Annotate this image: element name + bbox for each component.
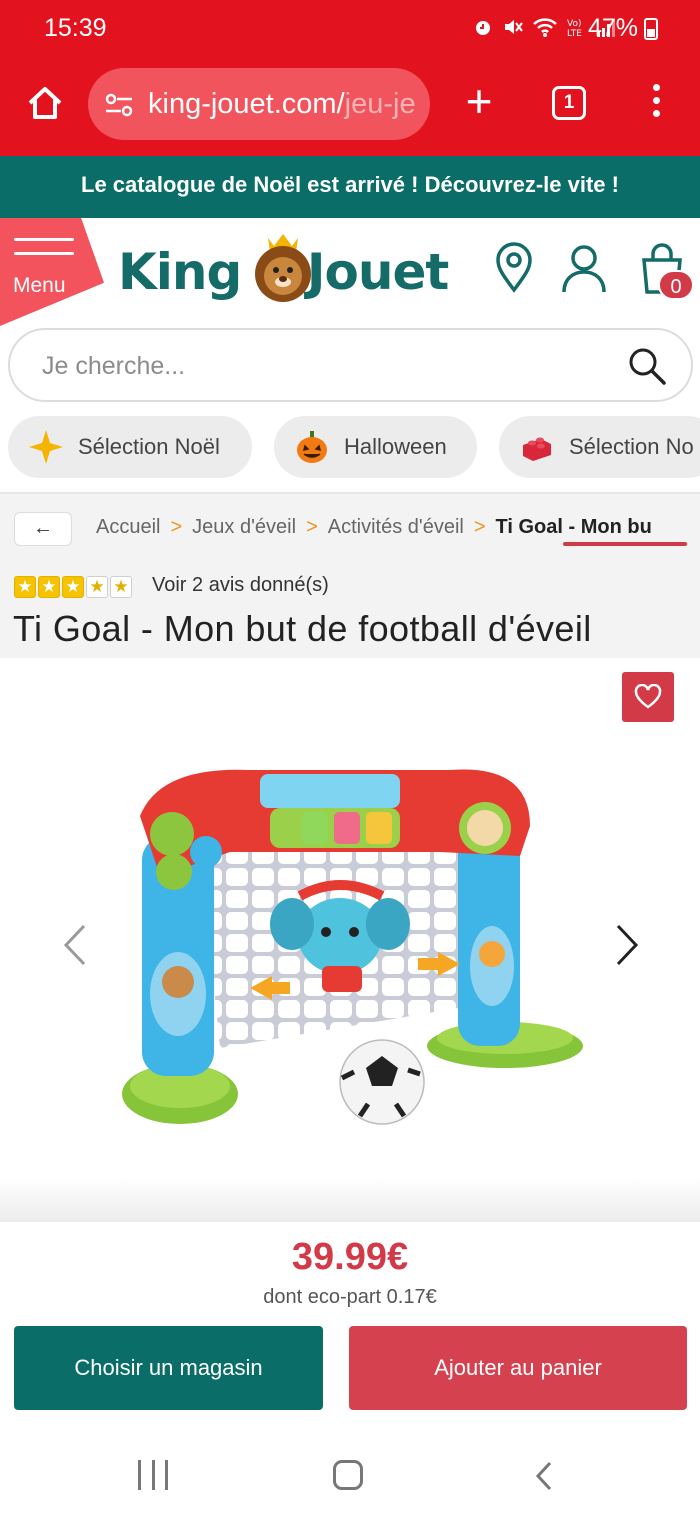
address-bar[interactable]: king-jouet.com/jeu-je [88,68,430,140]
wifi-icon [532,16,558,44]
buy-bar: 39.99€ dont eco-part 0.17€ Choisir un ma… [0,1222,700,1432]
star-empty-icon: ★ [86,576,108,598]
chevron-right-icon: > [473,516,486,538]
site-settings-icon[interactable] [104,92,134,118]
next-image-arrow[interactable] [612,920,642,970]
star-empty-icon: ★ [110,576,132,598]
menu-label: Menu [13,274,66,297]
home-button[interactable] [333,1460,363,1490]
breadcrumb-item-jeux-eveil[interactable]: Jeux d'éveil [192,516,296,539]
chip-label: Sélection No [569,434,694,459]
product-gallery [0,658,700,1222]
breadcrumb-item-current: Ti Goal - Mon bu [495,516,652,538]
star-filled-icon: ★ [14,576,36,598]
search-bar [8,328,693,402]
chip-selection-noel[interactable]: Sélection Noël [8,416,252,478]
heart-icon [634,684,662,709]
browser-toolbar: king-jouet.com/jeu-je + 1 [0,64,700,144]
breadcrumb-item-activites-eveil[interactable]: Activités d'éveil [328,516,464,539]
star-filled-icon: ★ [38,576,60,598]
system-nav-bar [0,1432,700,1517]
site-header: Menu King Jouet [0,218,700,328]
eco-part: dont eco-part 0.17€ [263,1286,437,1308]
url-visible: king-jouet.com/ [148,88,345,120]
battery-icon [644,18,658,40]
url-faded: jeu-je [344,88,416,120]
favorite-button[interactable] [622,672,674,722]
plus-icon: + [465,75,493,127]
cart-count-badge: 0 [658,270,694,300]
previous-image-arrow[interactable] [60,920,90,970]
rating-stars[interactable]: ★ ★ ★ ★ ★ [14,576,132,598]
add-to-cart-button[interactable]: Ajouter au panier [349,1326,687,1410]
chevron-right-icon: > [306,516,318,538]
product-title: Ti Goal - Mon but de football d'éveil [13,608,592,649]
chip-selection-no[interactable]: Sélection No [499,416,700,478]
svg-text:LTE: LTE [567,29,582,38]
product-price: 39.99€ [291,1236,409,1278]
browser-chrome: 15:39 Vo) LTE 47% king-jouet.com/jeu-je … [0,0,700,156]
back-nav-button[interactable] [534,1460,554,1492]
store-locator-icon[interactable] [490,242,538,294]
gallery-shadow [0,1178,700,1222]
choose-store-button[interactable]: Choisir un magasin [14,1326,323,1410]
pumpkin-icon [294,429,330,465]
back-button[interactable]: ← [14,512,72,546]
king-jouet-logo[interactable]: King Jouet [118,234,464,306]
breadcrumb-active-underline [563,542,687,546]
brick-icon [519,429,555,465]
lion-mascot-icon [255,234,311,302]
star-filled-icon: ★ [62,576,84,598]
search-icon[interactable] [627,346,667,386]
product-image[interactable] [120,756,590,1136]
search-input[interactable] [42,348,602,384]
alarm-icon [472,16,494,44]
promo-banner[interactable]: Le catalogue de Noël est arrivé ! Découv… [0,156,700,218]
battery-percent: 47% [587,14,638,42]
breadcrumb-item-accueil[interactable]: Accueil [96,516,160,539]
reviews-link[interactable]: Voir 2 avis donné(s) [152,574,329,597]
svg-text:Vo): Vo) [567,19,581,29]
chip-label: Halloween [344,434,447,459]
home-icon [28,87,62,119]
tab-switcher-button[interactable]: 1 [552,86,586,120]
mute-icon [502,16,524,44]
category-chips: Sélection Noël Halloween Sélection No [0,416,700,480]
volte-icon: Vo) LTE [566,16,588,44]
product-header: ← Accueil > Jeux d'éveil > Activités d'éveil… [0,494,700,658]
menu-button[interactable]: Menu [0,218,104,326]
chip-halloween[interactable]: Halloween [274,416,477,478]
chip-label: Sélection Noël [78,434,220,459]
browser-menu-button[interactable] [648,84,664,124]
account-icon[interactable] [560,242,608,294]
recent-apps-button[interactable] [138,1460,168,1490]
browser-home-button[interactable] [20,78,70,128]
status-bar: 15:39 Vo) LTE 47% [0,0,700,60]
sparkle-icon [28,429,64,465]
status-time: 15:39 [44,14,107,42]
new-tab-button[interactable]: + [458,78,500,124]
chevron-right-icon: > [170,516,183,538]
url-text: king-jouet.com/jeu-je [148,88,416,121]
